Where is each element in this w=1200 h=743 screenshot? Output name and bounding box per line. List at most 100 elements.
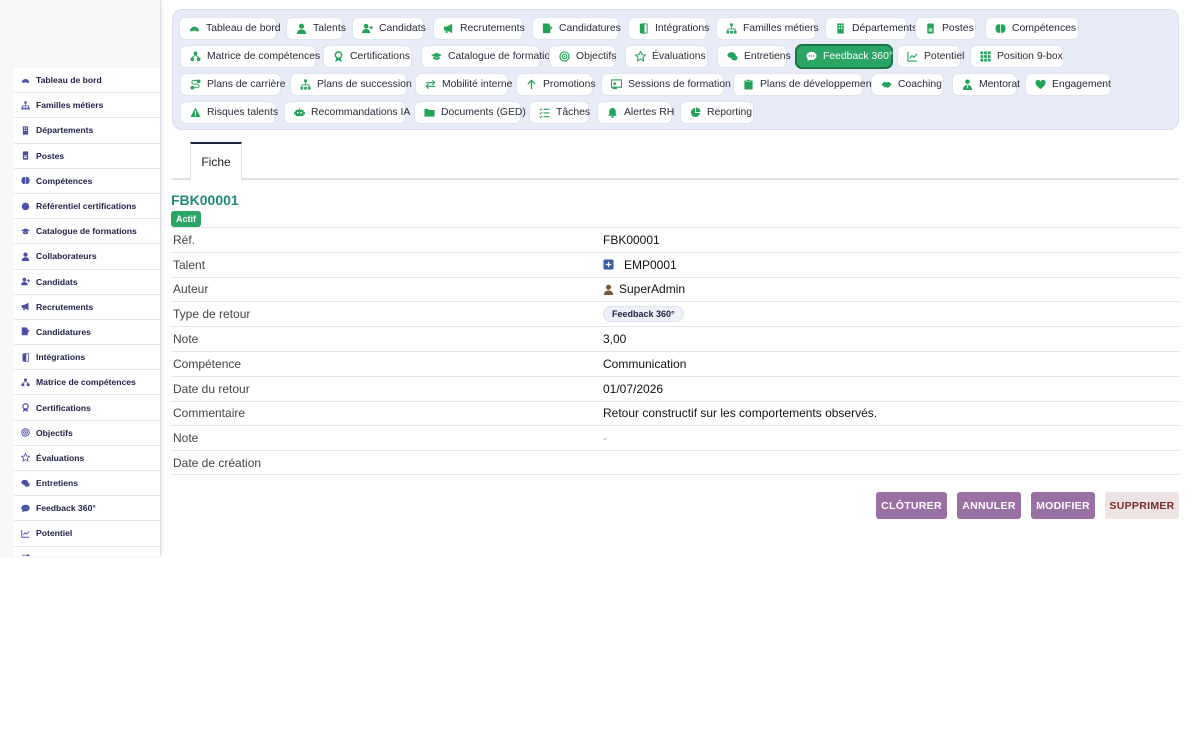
sidebar-item-label: Référentiel certifications [36, 201, 137, 212]
route-icon [190, 79, 201, 90]
nav-chip-postes[interactable]: Postes [915, 17, 976, 40]
sidebar-item-recrutements[interactable]: Recrutements [14, 295, 160, 320]
field-value: FBK00001 [603, 233, 660, 247]
nav-chip-tableau-de-bord[interactable]: Tableau de bord [179, 17, 281, 40]
nav-chip-familles-metiers[interactable]: Familles métiers [716, 17, 819, 40]
sidebar-item-postes[interactable]: Postes [14, 144, 160, 169]
nav-chip-integrations[interactable]: Intégrations [628, 17, 709, 40]
nav-chip-engagement[interactable]: Engagement [1025, 73, 1111, 96]
file-signature-icon [542, 23, 553, 34]
nav-chip-plans-de-developpement[interactable]: Plans de développement [733, 73, 874, 96]
nav-chip-recommandations-ia[interactable]: Recommandations IA [284, 101, 410, 124]
sidebar-item-referentiel-certifications[interactable]: Référentiel certifications [14, 194, 160, 220]
sitemap-icon [726, 23, 737, 34]
nav-chip-promotions[interactable]: Promotions [516, 73, 596, 96]
field-row-commentaire: Commentaire Retour constructif sur les co… [171, 400, 1179, 426]
nav-chip-plans-de-succession[interactable]: Plans de succession [290, 73, 412, 96]
nav-chip-risques-talents[interactable]: Risques talents [180, 101, 278, 124]
nav-chip-objectifs[interactable]: Objectifs [549, 45, 616, 68]
user-icon [20, 251, 30, 261]
close-record-button[interactable]: CLÔTURER [876, 492, 947, 519]
bullseye-icon [20, 428, 30, 438]
sidebar-item-matrice-de-competences[interactable]: Matrice de compétences [14, 370, 160, 396]
bell-icon [607, 107, 618, 118]
nav-chip-label: Matrice de compétences [207, 51, 321, 62]
field-row-talent: Talent EMP0001 [171, 251, 1179, 277]
nav-chip-departements[interactable]: Départements [825, 17, 917, 40]
cancel-button[interactable]: ANNULER [957, 492, 1021, 519]
nav-chip-documents-ged[interactable]: Documents (GED) [414, 101, 526, 124]
nav-chip-label: Entretiens [744, 51, 791, 62]
sidebar-item-entretiens[interactable]: Entretiens [14, 471, 160, 497]
sidebar-item-objectifs[interactable]: Objectifs [14, 421, 160, 446]
edit-button[interactable]: MODIFIER [1031, 492, 1095, 519]
nav-chip-alertes-rh[interactable]: Alertes RH [597, 101, 674, 124]
sidebar-item-candidatures[interactable]: Candidatures [14, 320, 160, 346]
sidebar-menu: Tableau de bord Familles métiers Départeme… [14, 68, 160, 556]
field-row-note: Note - [171, 425, 1179, 450]
field-label: Date du retour [173, 381, 250, 396]
nav-chip-reporting[interactable]: Reporting [680, 101, 754, 124]
brain-icon [20, 176, 30, 186]
sidebar-item-tableau-de-bord[interactable]: Tableau de bord [14, 68, 160, 94]
nav-chip-candidatures[interactable]: Candidatures [532, 17, 621, 40]
nav-chip-recrutements[interactable]: Recrutements [433, 17, 525, 40]
field-label: Note [173, 431, 199, 446]
field-value-text: FBK00001 [603, 232, 660, 247]
sidebar-item-catalogue-de-formations[interactable]: Catalogue de formations [14, 219, 160, 245]
nav-chip-position-9-box[interactable]: Position 9-box [970, 45, 1064, 68]
user-tie-icon [962, 79, 973, 90]
sidebar-item-potentiel[interactable]: Potentiel [14, 521, 160, 547]
arrow-up-icon [526, 79, 537, 90]
field-value[interactable]: EMP0001 [603, 258, 677, 272]
sidebar-item-collaborateurs[interactable]: Collaborateurs [14, 244, 160, 270]
sidebar-item-certifications[interactable]: Certifications [14, 395, 160, 421]
nav-chip-label: Position 9-box [997, 51, 1063, 62]
nav-chip-coaching[interactable]: Coaching [871, 73, 944, 96]
nav-chip-label: Potentiel [924, 51, 965, 62]
nav-chip-talents[interactable]: Talents [286, 17, 346, 40]
sidebar-item-evaluations[interactable]: Évaluations [14, 446, 160, 471]
nav-chip-label: Objectifs [576, 51, 617, 62]
sidebar-item-departements[interactable]: Départements [14, 118, 160, 144]
nav-chip-label: Tâches [556, 107, 591, 118]
sidebar-item-label: Candidats [36, 276, 78, 287]
sidebar-item-integrations[interactable]: Intégrations [14, 345, 160, 371]
nav-chip-label: Compétences [1012, 23, 1077, 34]
sidebar-item-feedback-360[interactable]: Feedback 360° [14, 496, 160, 522]
sidebar-item-competences[interactable]: Compétences [14, 169, 160, 194]
sidebar-item-plans-de-carriere[interactable]: Plans de carrière [14, 547, 160, 556]
field-label: Compétence [173, 356, 242, 371]
delete-button[interactable]: SUPPRIMER [1105, 492, 1179, 519]
nav-chip-taches[interactable]: Tâches [529, 101, 591, 124]
nav-chip-certifications[interactable]: Certifications [323, 45, 412, 68]
sidebar-item-label: Recrutements [36, 301, 94, 312]
nav-chip-evaluations[interactable]: Évaluations [625, 45, 708, 68]
nav-chip-mentorat[interactable]: Mentorat [952, 73, 1020, 96]
nav-chip-entretiens[interactable]: Entretiens [717, 45, 791, 68]
nav-chip-matrice-de-competences[interactable]: Matrice de compétences [180, 45, 320, 68]
folder-icon [424, 107, 435, 118]
sitemap-icon [20, 100, 30, 110]
sidebar-item-familles-metiers[interactable]: Familles métiers [14, 93, 160, 119]
nav-chip-feedback-360[interactable]: Feedback 360° [796, 45, 893, 68]
nav-chip-plans-de-carriere[interactable]: Plans de carrière [180, 73, 286, 96]
record-title: FBK00001 [171, 192, 239, 208]
nav-chip-competences[interactable]: Compétences [985, 17, 1079, 40]
sidebar-item-label: Intégrations [36, 352, 86, 363]
matrix-icon [190, 51, 201, 62]
nav-chip-candidats[interactable]: Candidats [352, 17, 426, 40]
star-icon [20, 453, 30, 463]
comments-icon [20, 478, 30, 488]
nav-chip-potentiel[interactable]: Potentiel [897, 45, 965, 68]
nav-chip-label: Plans de carrière [207, 79, 286, 90]
tab-fiche[interactable]: Fiche [190, 142, 242, 180]
nav-chip-mobilite-interne[interactable]: Mobilité interne [415, 73, 512, 96]
field-row-date-de-creation: Date de création [171, 450, 1179, 475]
sidebar-item-candidats[interactable]: Candidats [14, 270, 160, 295]
grid-icon [980, 51, 991, 62]
heart-icon [1035, 79, 1046, 90]
field-value-text: SuperAdmin [619, 282, 686, 297]
nav-chip-catalogue-de-formations[interactable]: Catalogue de formations [421, 45, 561, 68]
nav-chip-sessions-de-formation[interactable]: Sessions de formation [601, 73, 731, 96]
